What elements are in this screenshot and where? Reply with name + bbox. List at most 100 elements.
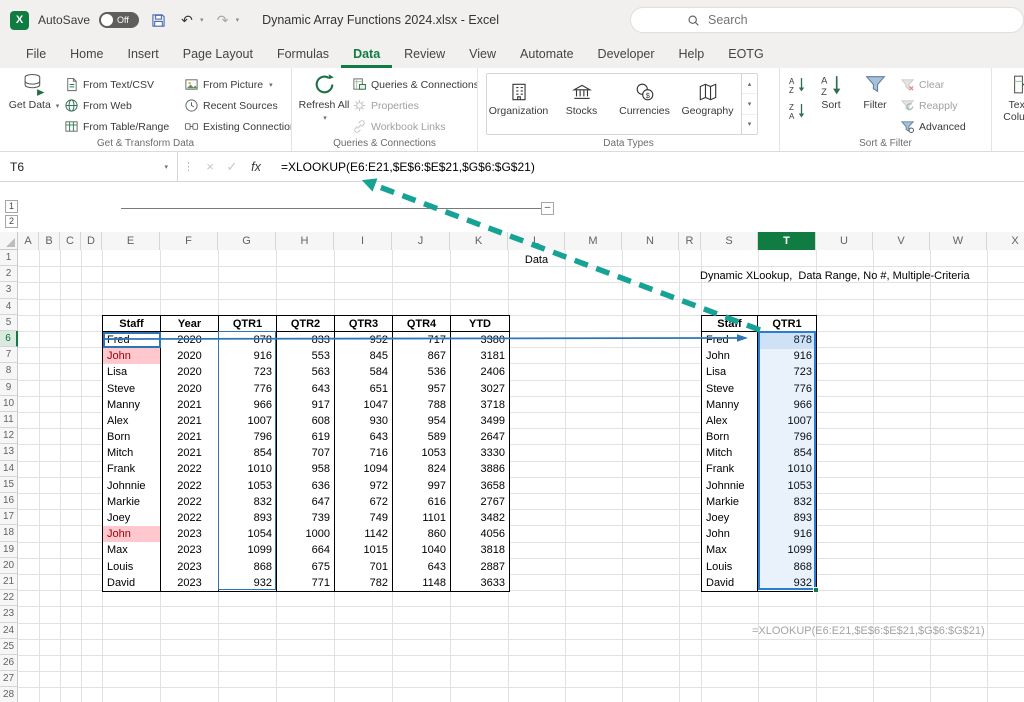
cell[interactable]: Manny <box>103 397 161 413</box>
outline-level-1-button[interactable]: 1 <box>5 200 18 213</box>
cell[interactable]: 2767 <box>451 494 509 510</box>
cell[interactable]: 952 <box>335 332 393 348</box>
cell[interactable]: Steve <box>702 381 758 397</box>
cell[interactable]: 917 <box>277 397 335 413</box>
cell[interactable]: Lisa <box>103 364 161 380</box>
cell[interactable]: 845 <box>335 348 393 364</box>
cell[interactable]: 3818 <box>451 542 509 558</box>
column-header-W[interactable]: W <box>930 232 987 250</box>
fill-handle[interactable] <box>813 587 819 593</box>
cell[interactable]: 916 <box>758 348 816 364</box>
column-header-V[interactable]: V <box>873 232 930 250</box>
cell[interactable]: 824 <box>393 461 451 477</box>
row-header-20[interactable]: 20 <box>0 558 18 574</box>
cell[interactable]: 932 <box>219 575 277 591</box>
row-header-25[interactable]: 25 <box>0 639 18 655</box>
tab-eotg[interactable]: EOTG <box>716 40 775 68</box>
ribbon-item-from-table-range[interactable]: From Table/Range <box>64 116 169 137</box>
cell[interactable]: Alex <box>702 413 758 429</box>
data-type-organization[interactable]: Organization <box>487 74 550 134</box>
cell[interactable]: 788 <box>393 397 451 413</box>
cell[interactable]: 2020 <box>161 381 219 397</box>
redo-icon[interactable]: ↷ <box>213 10 233 30</box>
row-header-13[interactable]: 13 <box>0 444 18 460</box>
tab-automate[interactable]: Automate <box>508 40 586 68</box>
cell[interactable]: Louis <box>702 559 758 575</box>
search-box[interactable] <box>630 7 1024 33</box>
column-header-G[interactable]: G <box>218 232 276 250</box>
cell[interactable]: 860 <box>393 526 451 542</box>
cell[interactable]: Markie <box>103 494 161 510</box>
cell[interactable]: 3633 <box>451 575 509 591</box>
cell[interactable]: 536 <box>393 364 451 380</box>
insert-function-icon[interactable]: fx <box>243 160 269 174</box>
name-box[interactable]: T6 ▾ <box>0 152 178 181</box>
cell[interactable]: 2020 <box>161 348 219 364</box>
cell[interactable]: 2022 <box>161 510 219 526</box>
cell[interactable]: Born <box>103 429 161 445</box>
column-header-K[interactable]: K <box>450 232 508 250</box>
ribbon-item-reapply[interactable]: Reapply <box>900 95 966 116</box>
cell[interactable]: Fred <box>702 332 758 348</box>
cell[interactable]: 1010 <box>758 461 816 477</box>
tab-home[interactable]: Home <box>58 40 115 68</box>
row-header-8[interactable]: 8 <box>0 363 18 379</box>
cell[interactable]: Alex <box>103 413 161 429</box>
cell[interactable]: John <box>103 526 161 542</box>
cell[interactable]: 867 <box>393 348 451 364</box>
cell[interactable]: 717 <box>393 332 451 348</box>
cell[interactable]: David <box>702 575 758 591</box>
cell[interactable]: 833 <box>277 332 335 348</box>
cell[interactable]: 739 <box>277 510 335 526</box>
undo-caret-icon[interactable]: ▾ <box>200 16 204 24</box>
cell[interactable]: 553 <box>277 348 335 364</box>
cell[interactable]: 2022 <box>161 494 219 510</box>
tab-page-layout[interactable]: Page Layout <box>171 40 265 68</box>
gallery-scroll-down-icon[interactable]: ▾ <box>742 94 757 114</box>
cell[interactable]: 776 <box>758 381 816 397</box>
row-header-16[interactable]: 16 <box>0 493 18 509</box>
cell[interactable]: 997 <box>393 478 451 494</box>
cell[interactable]: 832 <box>219 494 277 510</box>
cell[interactable]: 664 <box>277 542 335 558</box>
autosave-toggle[interactable]: Off <box>99 12 139 28</box>
cell[interactable]: 749 <box>335 510 393 526</box>
cell[interactable]: 672 <box>335 494 393 510</box>
cell[interactable]: 1010 <box>219 461 277 477</box>
cell[interactable]: Louis <box>103 559 161 575</box>
cell[interactable]: 2023 <box>161 559 219 575</box>
cell[interactable]: Frank <box>103 461 161 477</box>
cell[interactable]: 3330 <box>451 445 509 461</box>
cell[interactable]: 796 <box>219 429 277 445</box>
row-header-1[interactable]: 1 <box>0 250 18 266</box>
cell[interactable]: Johnnie <box>702 478 758 494</box>
row-header-17[interactable]: 17 <box>0 509 18 525</box>
cell[interactable]: 701 <box>335 559 393 575</box>
cell[interactable]: 1054 <box>219 526 277 542</box>
ribbon-item-clear[interactable]: Clear <box>900 74 966 95</box>
cell[interactable]: 616 <box>393 494 451 510</box>
cell[interactable]: 589 <box>393 429 451 445</box>
row-header-11[interactable]: 11 <box>0 412 18 428</box>
cell[interactable]: 3658 <box>451 478 509 494</box>
cell[interactable]: 782 <box>335 575 393 591</box>
tab-developer[interactable]: Developer <box>586 40 667 68</box>
cell[interactable]: 651 <box>335 381 393 397</box>
cell[interactable]: Lisa <box>702 364 758 380</box>
cell[interactable]: 930 <box>335 413 393 429</box>
ribbon-item-from-picture[interactable]: From Picture▾ <box>184 74 292 95</box>
sort-descending-button[interactable]: ZA <box>786 100 808 122</box>
row-header-12[interactable]: 12 <box>0 428 18 444</box>
cell[interactable]: 2021 <box>161 445 219 461</box>
formula-input[interactable]: =XLOOKUP(E6:E21,$E$6:$E$21,$G$6:$G$21) <box>269 160 535 174</box>
undo-icon[interactable]: ↶ <box>177 10 197 30</box>
column-header-L[interactable]: L <box>508 232 565 250</box>
ribbon-item-advanced[interactable]: Advanced <box>900 116 966 137</box>
column-header-S[interactable]: S <box>701 232 758 250</box>
column-header-R[interactable]: R <box>679 232 701 250</box>
cell[interactable]: 1007 <box>219 413 277 429</box>
tab-review[interactable]: Review <box>392 40 457 68</box>
cell[interactable]: 675 <box>277 559 335 575</box>
cell[interactable]: 972 <box>335 478 393 494</box>
tab-file[interactable]: File <box>14 40 58 68</box>
